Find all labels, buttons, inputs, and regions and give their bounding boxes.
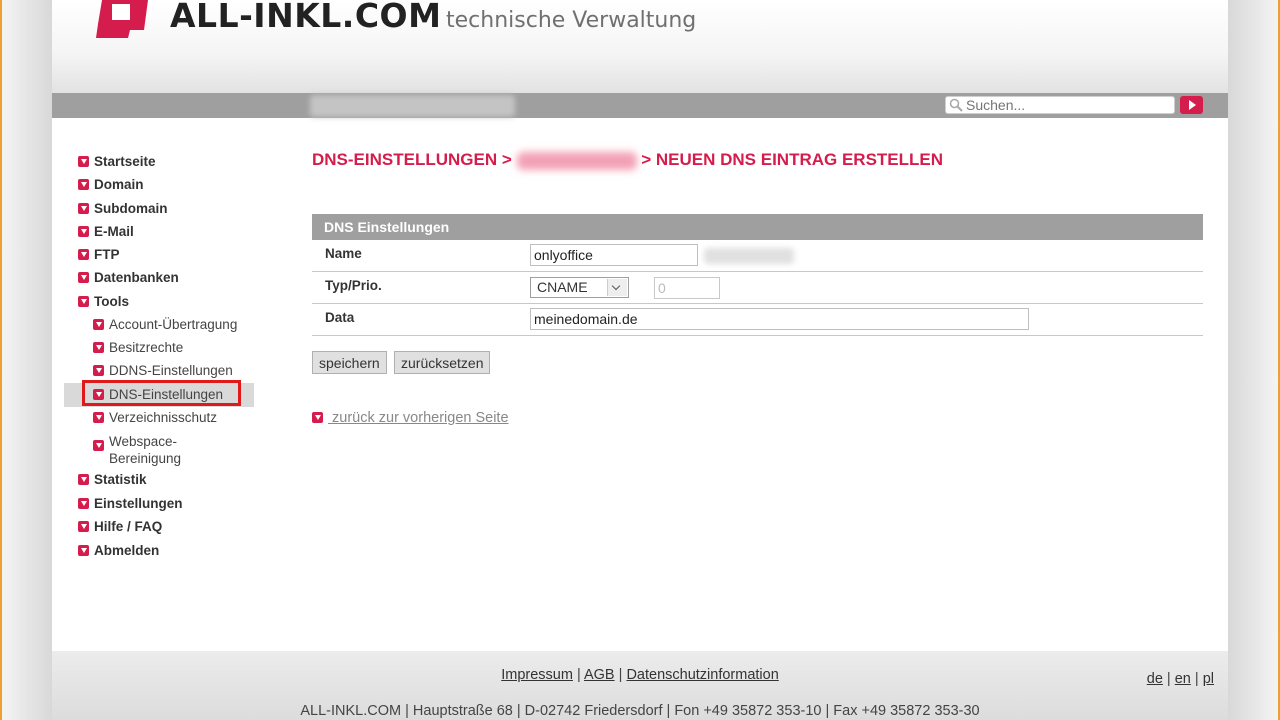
sidebar-subitem-webspace-bereinigung[interactable]: Webspace- Bereinigung <box>93 434 181 467</box>
bullet-icon <box>78 521 89 532</box>
data-field[interactable] <box>530 308 1029 330</box>
agb-link[interactable]: AGB <box>584 667 615 683</box>
sidebar-item-einstellungen[interactable]: Einstellungen <box>78 495 183 513</box>
table-header: DNS Einstellungen <box>312 214 1203 240</box>
reset-button[interactable]: zurücksetzen <box>394 351 491 374</box>
dns-settings-table: DNS Einstellungen Name Typ/Prio. CNAME D… <box>312 214 1203 336</box>
search-button[interactable] <box>1180 96 1203 114</box>
lang-en-link[interactable]: en <box>1175 671 1191 687</box>
search-input[interactable] <box>945 96 1175 114</box>
bullet-icon <box>78 179 89 190</box>
impressum-link[interactable]: Impressum <box>501 667 573 683</box>
blurred-domain-suffix <box>704 248 794 264</box>
sidebar-subitem-account-uebertragung[interactable]: Account-Übertragung <box>93 317 237 333</box>
search-icon <box>949 98 963 112</box>
bullet-icon <box>93 412 104 423</box>
name-field[interactable] <box>530 244 698 266</box>
logo-icon <box>96 0 148 38</box>
sidebar-subitem-ddns-einstellungen[interactable]: DDNS-Einstellungen <box>93 363 233 379</box>
bullet-icon <box>78 498 89 509</box>
active-item-highlight-box <box>82 380 241 406</box>
footer-links: Impressum | AGB | Datenschutzinformation <box>501 667 779 683</box>
bullet-icon <box>93 319 104 330</box>
name-label: Name <box>325 246 362 261</box>
sidebar-item-ftp[interactable]: FTP <box>78 246 120 264</box>
top-bar <box>52 93 1228 118</box>
brand-subtitle: technische Verwaltung <box>446 8 697 33</box>
page-container: ALL-INKL.COM technische Verwaltung Start… <box>52 0 1228 720</box>
row-data: Data <box>312 304 1203 336</box>
bullet-icon <box>78 545 89 556</box>
brand-name: ALL-INKL.COM <box>170 0 442 35</box>
sidebar-item-statistik[interactable]: Statistik <box>78 471 147 489</box>
breadcrumb-new-entry: > NEUEN DNS EINTRAG ERSTELLEN <box>641 150 944 169</box>
datenschutz-link[interactable]: Datenschutzinformation <box>626 667 778 683</box>
type-label: Typ/Prio. <box>325 278 382 293</box>
sidebar-item-subdomain[interactable]: Subdomain <box>78 200 168 218</box>
page-title-breadcrumb: DNS-EINSTELLUNGEN > > NEUEN DNS EINTRAG … <box>312 150 943 170</box>
bullet-icon <box>78 296 89 307</box>
bullet-icon <box>78 249 89 260</box>
sidebar-item-domain[interactable]: Domain <box>78 176 144 194</box>
sidebar-item-hilfe-faq[interactable]: Hilfe / FAQ <box>78 518 162 536</box>
sidebar-subitem-besitzrechte[interactable]: Besitzrechte <box>93 340 183 356</box>
row-type-prio: Typ/Prio. CNAME <box>312 272 1203 304</box>
footer-address: ALL-INKL.COM | Hauptstraße 68 | D-02742 … <box>300 703 980 719</box>
bullet-icon <box>78 474 89 485</box>
bullet-icon <box>78 272 89 283</box>
bullet-icon <box>78 226 89 237</box>
sidebar-item-email[interactable]: E-Mail <box>78 223 134 241</box>
row-name: Name <box>312 240 1203 272</box>
save-button[interactable]: speichern <box>312 351 387 374</box>
blurred-domain <box>516 151 637 170</box>
bullet-icon <box>78 203 89 214</box>
sidebar-item-startseite[interactable]: Startseite <box>78 153 156 171</box>
header: ALL-INKL.COM technische Verwaltung <box>52 0 1228 93</box>
sidebar-item-tools[interactable]: Tools <box>78 293 129 311</box>
lang-pl-link[interactable]: pl <box>1203 671 1214 687</box>
sidebar-item-abmelden[interactable]: Abmelden <box>78 542 159 560</box>
page-shadow-left <box>2 0 52 720</box>
bullet-icon <box>93 440 104 451</box>
bullet-icon <box>93 342 104 353</box>
chevron-down-icon <box>607 279 627 296</box>
bullet-icon <box>93 365 104 376</box>
lang-de-link[interactable]: de <box>1147 671 1163 687</box>
type-select[interactable]: CNAME <box>530 277 629 298</box>
bullet-icon <box>78 156 89 167</box>
footer: Impressum | AGB | Datenschutzinformation… <box>52 651 1228 720</box>
data-label: Data <box>325 310 355 325</box>
back-link[interactable]: zurück zur vorherigen Seite <box>312 410 509 426</box>
sidebar-item-datenbanken[interactable]: Datenbanken <box>78 269 179 287</box>
breadcrumb-dns: DNS-EINSTELLUNGEN > <box>312 150 512 169</box>
prio-field[interactable] <box>654 277 720 299</box>
blurred-account-info <box>310 95 515 117</box>
bullet-icon <box>312 412 323 423</box>
sidebar-subitem-verzeichnisschutz[interactable]: Verzeichnisschutz <box>93 410 217 426</box>
language-switcher: de | en | pl <box>1146 671 1214 687</box>
page-shadow-right <box>1228 0 1278 720</box>
